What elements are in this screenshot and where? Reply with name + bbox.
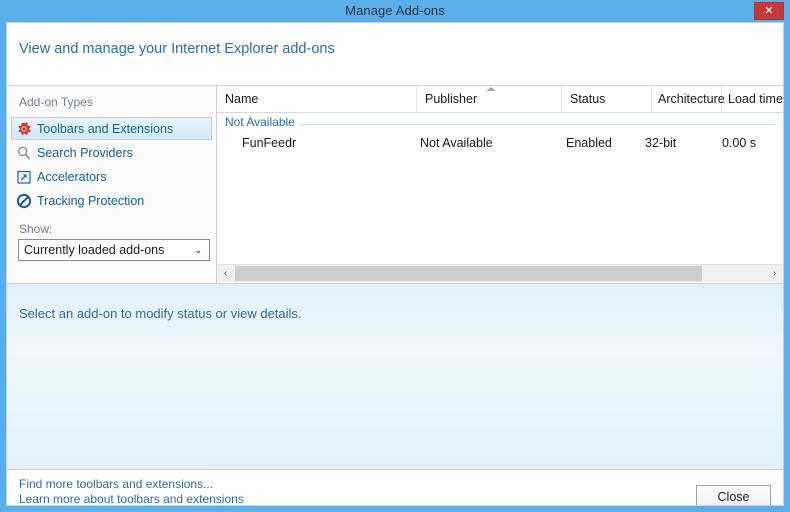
page-title: View and manage your Internet Explorer a… [19, 41, 335, 57]
title-bar: Manage Add-ons ✕ [0, 0, 790, 22]
column-header-label: Status [570, 92, 606, 106]
accelerator-arrow-icon [16, 169, 32, 185]
sort-ascending-icon [486, 87, 496, 91]
sidebar-item-toolbars-and-extensions[interactable]: Toolbars and Extensions [11, 117, 212, 140]
scrollbar-thumb[interactable] [235, 266, 702, 281]
addons-list-view: Name Publisher Status Architecture Load … [217, 86, 783, 283]
show-filter-value: Currently loaded add-ons [24, 243, 165, 257]
window-close-button[interactable]: ✕ [754, 2, 784, 20]
column-header-architecture[interactable]: Architecture [652, 86, 725, 112]
gear-icon [16, 121, 32, 137]
scroll-right-arrow-icon[interactable]: › [766, 265, 783, 282]
horizontal-scrollbar[interactable]: ‹ › [217, 264, 783, 282]
manage-addons-window: Manage Add-ons ✕ pc risk.com View and ma… [0, 0, 790, 512]
cell-publisher: Not Available [420, 136, 493, 150]
table-row[interactable]: FunFeedr Not Available Enabled 32-bit 0.… [217, 133, 783, 153]
client-area: pc risk.com View and manage your Interne… [6, 22, 784, 506]
sidebar-item-tracking-protection[interactable]: Tracking Protection [11, 189, 212, 212]
sidebar-title: Add-on Types [19, 95, 93, 109]
footer-bar: Find more toolbars and extensions... Lea… [7, 469, 783, 505]
show-filter-select[interactable]: Currently loaded add-ons ⌄ [18, 239, 210, 261]
column-header-label: Publisher [425, 92, 478, 106]
no-entry-icon [16, 193, 32, 209]
column-header-status[interactable]: Status [562, 86, 652, 112]
status-text: Select an add-on to modify status or vie… [19, 306, 302, 321]
chevron-down-icon: ⌄ [194, 245, 203, 256]
heading-band: View and manage your Internet Explorer a… [7, 23, 783, 85]
sidebar-item-label: Toolbars and Extensions [37, 121, 174, 136]
details-pane: Select an add-on to modify status or vie… [7, 283, 783, 469]
scroll-left-arrow-icon[interactable]: ‹ [217, 265, 234, 282]
column-header-publisher[interactable]: Publisher [417, 86, 562, 112]
cell-status: Enabled [566, 136, 612, 150]
column-header-label: Name [225, 92, 259, 106]
sidebar-item-search-providers[interactable]: Search Providers [11, 141, 212, 164]
cell-load-time: 0.00 s [722, 136, 757, 150]
window-title: Manage Add-ons [345, 3, 445, 18]
list-group-header: Not Available [217, 113, 783, 133]
sidebar-item-label: Search Providers [37, 145, 133, 160]
magnifier-icon [16, 145, 32, 161]
find-more-toolbars-link[interactable]: Find more toolbars and extensions... [19, 477, 213, 491]
sidebar-item-accelerators[interactable]: Accelerators [11, 165, 212, 188]
show-filter-label: Show: [19, 222, 53, 236]
cell-architecture: 32-bit [645, 136, 677, 150]
list-body: Not Available FunFeedr Not Available Ena… [217, 113, 783, 264]
cell-name: FunFeedr [242, 136, 297, 150]
sidebar-item-list: Toolbars and Extensions Search Providers [7, 117, 216, 213]
sidebar-item-label: Accelerators [37, 169, 107, 184]
column-header-load-time[interactable]: Load time [722, 86, 783, 112]
column-header-label: Architecture [658, 92, 725, 106]
list-header-row: Name Publisher Status Architecture Load … [217, 86, 783, 113]
list-group-label: Not Available [225, 115, 300, 129]
list-group-rule [225, 124, 775, 125]
close-button[interactable]: Close [696, 485, 771, 505]
learn-more-link[interactable]: Learn more about toolbars and extensions [19, 492, 244, 505]
sidebar-item-label: Tracking Protection [37, 193, 145, 208]
column-header-label: Load time [728, 92, 783, 106]
column-header-name[interactable]: Name [217, 86, 417, 112]
sidebar: Add-on Types Toolbars and Extensions Sea… [7, 86, 217, 283]
